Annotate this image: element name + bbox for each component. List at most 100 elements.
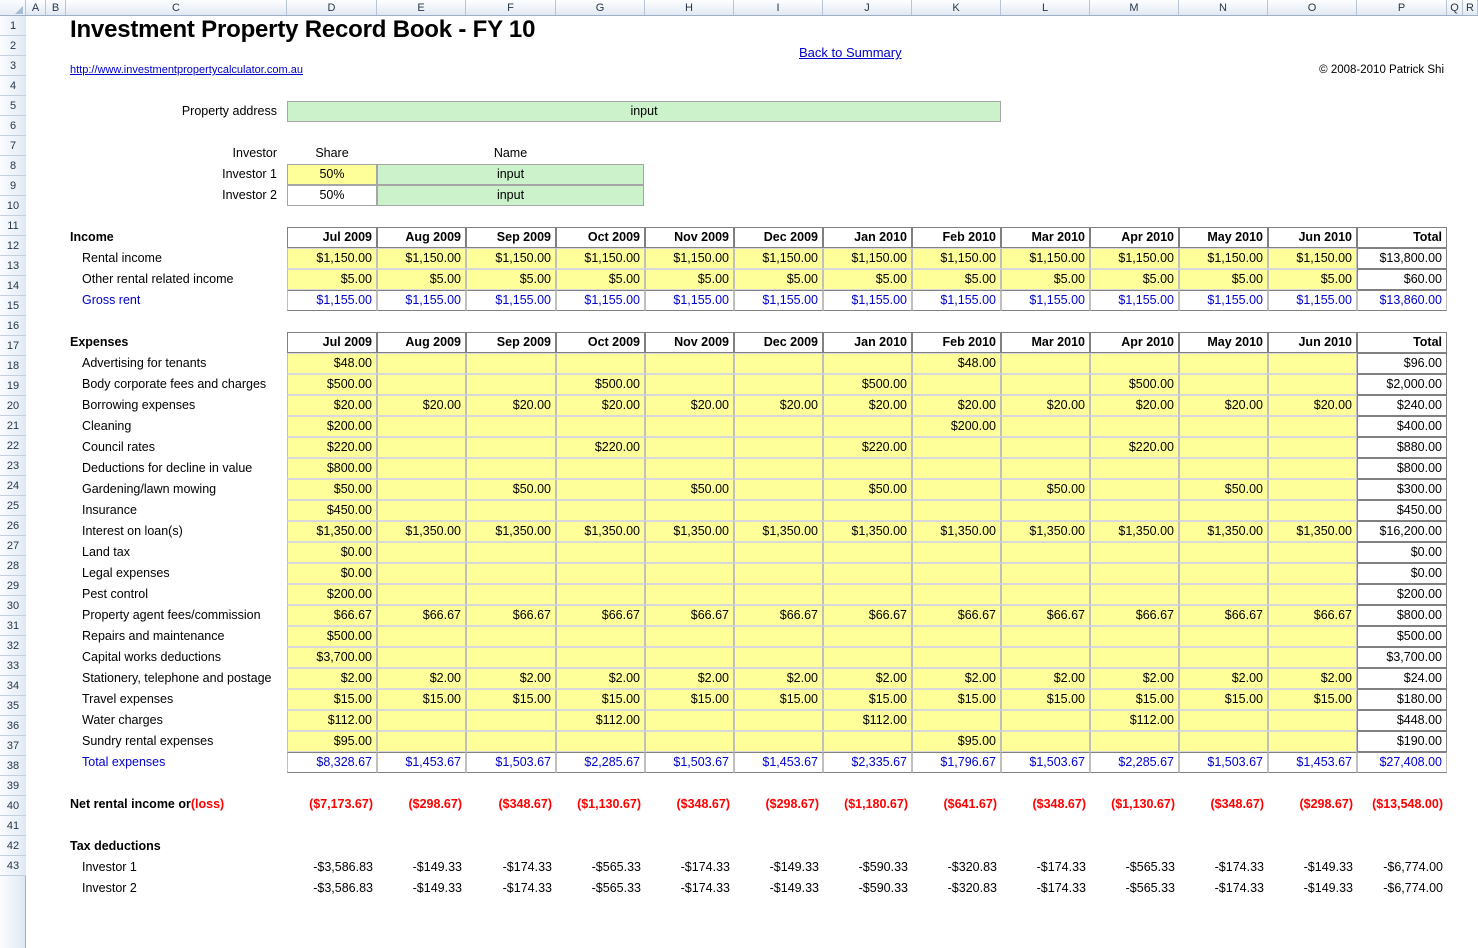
income-cell-1-7[interactable]: $1,150.00 <box>823 248 912 269</box>
row-header-4[interactable]: 4 <box>0 76 26 96</box>
expenses-cell-15-5[interactable] <box>645 647 734 668</box>
expenses-cell-15-6[interactable] <box>734 647 823 668</box>
expenses-cell-18-11[interactable] <box>1179 710 1268 731</box>
expenses-cell-13-8[interactable]: $66.67 <box>912 605 1001 626</box>
expenses-cell-3-12[interactable]: $20.00 <box>1268 395 1357 416</box>
expenses-cell-19-8[interactable]: $95.00 <box>912 731 1001 752</box>
row-header-32[interactable]: 32 <box>0 636 26 656</box>
expenses-cell-13-3[interactable]: $66.67 <box>466 605 556 626</box>
expenses-cell-5-5[interactable] <box>645 437 734 458</box>
income-cell-1-5[interactable]: $1,150.00 <box>645 248 734 269</box>
row-header-12[interactable]: 12 <box>0 236 26 256</box>
expenses-cell-19-12[interactable] <box>1268 731 1357 752</box>
expenses-cell-4-4[interactable] <box>556 416 645 437</box>
column-header-n[interactable]: N <box>1179 0 1268 15</box>
website-link[interactable]: http://www.investmentpropertycalculator.… <box>66 60 366 81</box>
expenses-cell-11-5[interactable] <box>645 563 734 584</box>
column-header-c[interactable]: C <box>66 0 287 15</box>
expenses-cell-6-11[interactable] <box>1179 458 1268 479</box>
expenses-cell-17-4[interactable]: $15.00 <box>556 689 645 710</box>
expenses-cell-17-12[interactable]: $15.00 <box>1268 689 1357 710</box>
expenses-cell-18-8[interactable] <box>912 710 1001 731</box>
expenses-cell-18-9[interactable] <box>1001 710 1090 731</box>
expenses-cell-4-12[interactable] <box>1268 416 1357 437</box>
expenses-cell-6-1[interactable]: $800.00 <box>287 458 377 479</box>
row-header-24[interactable]: 24 <box>0 476 26 496</box>
expenses-cell-11-2[interactable] <box>377 563 466 584</box>
expenses-cell-16-1[interactable]: $2.00 <box>287 668 377 689</box>
expenses-cell-14-11[interactable] <box>1179 626 1268 647</box>
expenses-cell-15-1[interactable]: $3,700.00 <box>287 647 377 668</box>
expenses-cell-12-1[interactable]: $200.00 <box>287 584 377 605</box>
expenses-cell-18-4[interactable]: $112.00 <box>556 710 645 731</box>
expenses-cell-17-6[interactable]: $15.00 <box>734 689 823 710</box>
expenses-cell-16-11[interactable]: $2.00 <box>1179 668 1268 689</box>
expenses-cell-18-3[interactable] <box>466 710 556 731</box>
row-header-27[interactable]: 27 <box>0 536 26 556</box>
expenses-cell-2-3[interactable] <box>466 374 556 395</box>
row-header-23[interactable]: 23 <box>0 456 26 476</box>
row-header-29[interactable]: 29 <box>0 576 26 596</box>
income-cell-1-2[interactable]: $1,150.00 <box>377 248 466 269</box>
expenses-cell-10-12[interactable] <box>1268 542 1357 563</box>
expenses-cell-14-9[interactable] <box>1001 626 1090 647</box>
expenses-cell-13-6[interactable]: $66.67 <box>734 605 823 626</box>
expenses-cell-1-4[interactable] <box>556 353 645 374</box>
row-header-39[interactable]: 39 <box>0 776 26 796</box>
expenses-cell-12-10[interactable] <box>1090 584 1179 605</box>
expenses-cell-7-3[interactable]: $50.00 <box>466 479 556 500</box>
expenses-cell-6-12[interactable] <box>1268 458 1357 479</box>
row-header-15[interactable]: 15 <box>0 296 26 316</box>
expenses-cell-9-9[interactable]: $1,350.00 <box>1001 521 1090 542</box>
expenses-cell-10-5[interactable] <box>645 542 734 563</box>
expenses-cell-15-4[interactable] <box>556 647 645 668</box>
expenses-cell-12-12[interactable] <box>1268 584 1357 605</box>
row-header-43[interactable]: 43 <box>0 856 26 876</box>
expenses-cell-5-6[interactable] <box>734 437 823 458</box>
expenses-cell-3-10[interactable]: $20.00 <box>1090 395 1179 416</box>
property-address-input[interactable]: input <box>287 101 1001 122</box>
row-header-18[interactable]: 18 <box>0 356 26 376</box>
expenses-cell-16-7[interactable]: $2.00 <box>823 668 912 689</box>
expenses-cell-19-11[interactable] <box>1179 731 1268 752</box>
expenses-cell-9-8[interactable]: $1,350.00 <box>912 521 1001 542</box>
expenses-cell-5-8[interactable] <box>912 437 1001 458</box>
expenses-cell-14-7[interactable] <box>823 626 912 647</box>
expenses-cell-19-2[interactable] <box>377 731 466 752</box>
expenses-cell-13-1[interactable]: $66.67 <box>287 605 377 626</box>
expenses-cell-8-9[interactable] <box>1001 500 1090 521</box>
expenses-cell-13-2[interactable]: $66.67 <box>377 605 466 626</box>
expenses-cell-4-11[interactable] <box>1179 416 1268 437</box>
expenses-cell-15-8[interactable] <box>912 647 1001 668</box>
expenses-cell-8-3[interactable] <box>466 500 556 521</box>
expenses-cell-2-7[interactable]: $500.00 <box>823 374 912 395</box>
expenses-cell-5-10[interactable]: $220.00 <box>1090 437 1179 458</box>
expenses-cell-10-1[interactable]: $0.00 <box>287 542 377 563</box>
expenses-cell-12-6[interactable] <box>734 584 823 605</box>
expenses-cell-10-2[interactable] <box>377 542 466 563</box>
row-header-22[interactable]: 22 <box>0 436 26 456</box>
expenses-cell-5-3[interactable] <box>466 437 556 458</box>
expenses-cell-14-2[interactable] <box>377 626 466 647</box>
row-header-41[interactable]: 41 <box>0 816 26 836</box>
expenses-cell-6-8[interactable] <box>912 458 1001 479</box>
expenses-cell-12-5[interactable] <box>645 584 734 605</box>
expenses-cell-3-3[interactable]: $20.00 <box>466 395 556 416</box>
expenses-cell-8-5[interactable] <box>645 500 734 521</box>
expenses-cell-18-1[interactable]: $112.00 <box>287 710 377 731</box>
expenses-cell-11-9[interactable] <box>1001 563 1090 584</box>
column-header-m[interactable]: M <box>1090 0 1179 15</box>
expenses-cell-4-2[interactable] <box>377 416 466 437</box>
row-header-34[interactable]: 34 <box>0 676 26 696</box>
expenses-cell-14-1[interactable]: $500.00 <box>287 626 377 647</box>
expenses-cell-13-11[interactable]: $66.67 <box>1179 605 1268 626</box>
expenses-cell-11-10[interactable] <box>1090 563 1179 584</box>
expenses-cell-3-9[interactable]: $20.00 <box>1001 395 1090 416</box>
column-header-h[interactable]: H <box>645 0 734 15</box>
row-header-33[interactable]: 33 <box>0 656 26 676</box>
income-cell-2-2[interactable]: $5.00 <box>377 269 466 290</box>
select-all-corner[interactable] <box>0 0 26 15</box>
expenses-cell-1-1[interactable]: $48.00 <box>287 353 377 374</box>
expenses-cell-9-1[interactable]: $1,350.00 <box>287 521 377 542</box>
column-header-d[interactable]: D <box>287 0 377 15</box>
